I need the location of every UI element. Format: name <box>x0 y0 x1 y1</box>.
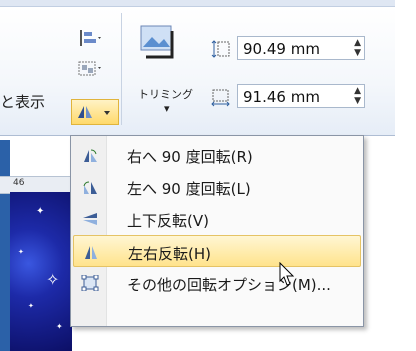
menu-item-label: その他の回転オプション(M)... <box>127 276 331 294</box>
menu-item-label: 左へ 90 度回転(L) <box>127 180 251 198</box>
ribbon-tab-strip <box>0 0 395 7</box>
crop-icon[interactable] <box>138 23 180 65</box>
mouse-cursor-icon <box>279 262 295 286</box>
ribbon-separator <box>121 13 122 125</box>
width-value: 91.46 mm <box>243 88 320 106</box>
menu-item-rotate-left[interactable]: 左へ 90 度回転(L) <box>73 171 361 203</box>
rotate-dropdown-menu: 右へ 90 度回転(R) 左へ 90 度回転(L) 上下反転(V) 左右反転(H… <box>70 135 364 327</box>
slide-thumbnail[interactable]: ✦ ✦ ✧ ✦ ✦ <box>10 192 72 351</box>
trimming-label[interactable]: トリミング <box>138 86 193 102</box>
menu-item-label: 左右反転(H) <box>128 245 211 263</box>
flip-vertical-icon <box>83 213 97 225</box>
height-value: 90.49 mm <box>243 40 320 58</box>
window: と表示 トリミング ▾ 90.49 mm ▲ ▼ 91.46 mm ▲ ▼ 46… <box>0 0 416 351</box>
height-spinner-icon[interactable]: ▲ ▼ <box>354 38 361 58</box>
flip-horizontal-icon <box>85 246 97 259</box>
menu-item-label: 上下反転(V) <box>127 212 209 230</box>
height-icon <box>210 39 232 63</box>
chevron-down-icon[interactable]: ▾ <box>164 102 170 115</box>
rotate-right-icon <box>84 149 97 162</box>
window-edge <box>0 140 10 351</box>
star-icon: ✦ <box>28 302 34 310</box>
more-rotation-options-icon <box>81 275 99 291</box>
star-icon: ✦ <box>18 248 24 256</box>
width-icon <box>210 87 232 111</box>
ribbon-panel: と表示 トリミング ▾ 90.49 mm ▲ ▼ 91.46 mm ▲ ▼ <box>0 7 395 136</box>
star-icon: ✦ <box>36 206 45 217</box>
menu-item-more-rotation-options[interactable]: その他の回転オプション(M)... <box>73 267 361 299</box>
width-input[interactable]: 91.46 mm ▲ ▼ <box>237 84 365 108</box>
menu-item-rotate-right[interactable]: 右へ 90 度回転(R) <box>73 139 361 171</box>
menu-item-flip-horizontal[interactable]: 左右反転(H) <box>73 235 361 267</box>
align-icon[interactable] <box>78 29 104 51</box>
star-icon: ✦ <box>56 322 63 331</box>
group-icon[interactable] <box>78 59 104 81</box>
menu-item-flip-vertical[interactable]: 上下反転(V) <box>73 203 361 235</box>
ruler-value: 46 <box>13 178 25 188</box>
rotate-button[interactable] <box>71 99 119 125</box>
star-icon: ✧ <box>46 270 60 289</box>
rotate-icon <box>78 106 110 118</box>
height-input[interactable]: 90.49 mm ▲ ▼ <box>237 36 365 60</box>
width-spinner-icon[interactable]: ▲ ▼ <box>354 86 361 106</box>
show-label[interactable]: と表示 <box>0 91 45 112</box>
menu-item-label: 右へ 90 度回転(R) <box>127 148 253 166</box>
rotate-left-icon <box>83 181 97 194</box>
